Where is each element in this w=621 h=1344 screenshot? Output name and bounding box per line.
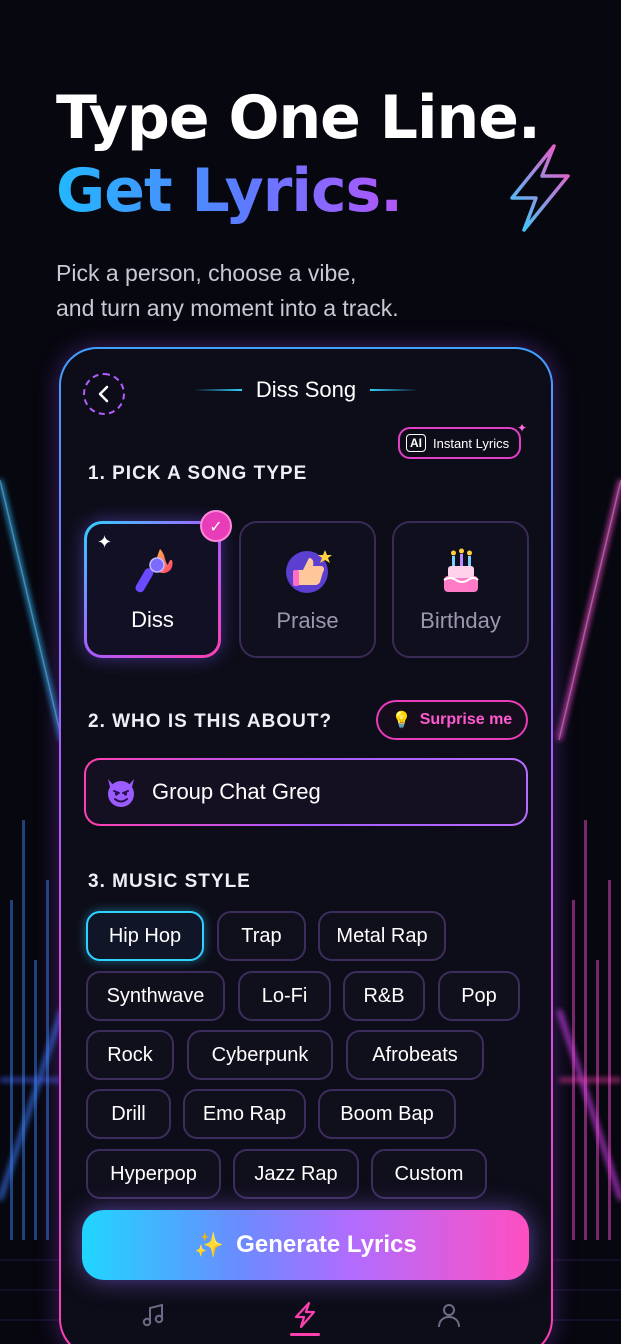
style-chip-rock[interactable]: Rock: [86, 1030, 174, 1080]
person-input[interactable]: Group Chat Greg: [84, 758, 528, 826]
step2-label: 2. WHO IS THIS ABOUT?: [88, 711, 333, 732]
style-chip-jazz-rap[interactable]: Jazz Rap: [233, 1149, 359, 1199]
tab-profile[interactable]: [429, 1295, 469, 1335]
title-decor-right: [370, 389, 419, 391]
birthday-cake-icon: [442, 548, 479, 592]
lyrics-form-card: Diss Song AI Instant Lyrics ✦ 1. PICK A …: [59, 347, 553, 1344]
tab-music[interactable]: [134, 1295, 174, 1335]
thumbs-up-star-icon: [285, 550, 332, 593]
sparkle-icon: ✦: [517, 421, 528, 435]
hero-subtitle: Pick a person, choose a vibe, and turn a…: [56, 256, 576, 326]
person-value: Group Chat Greg: [152, 779, 321, 804]
hero-subtitle-line1: Pick a person, choose a vibe,: [56, 260, 357, 286]
style-chip-trap[interactable]: Trap: [217, 911, 306, 961]
sparkle-icon: ✦: [97, 532, 113, 553]
style-chip-metal-rap[interactable]: Metal Rap: [318, 911, 446, 961]
step1-label: 1. PICK A SONG TYPE: [88, 463, 308, 484]
style-chip-rnb[interactable]: R&B: [343, 971, 425, 1021]
hero-title-line2: Get Lyrics.: [56, 154, 576, 228]
hero: Type One Line. Get Lyrics. Pick a person…: [56, 82, 576, 326]
song-type-label: Diss: [131, 607, 174, 632]
instant-lyrics-label: Instant Lyrics: [433, 435, 510, 451]
music-note-icon: [142, 1303, 164, 1327]
style-chip-boom-bap[interactable]: Boom Bap: [318, 1089, 456, 1139]
instant-lyrics-badge: AI Instant Lyrics ✦: [398, 421, 527, 459]
lightbulb-icon: 💡: [391, 712, 412, 729]
style-chip-synthwave[interactable]: Synthwave: [86, 971, 225, 1021]
style-chip-drill[interactable]: Drill: [86, 1089, 171, 1139]
surprise-me-label: Surprise me: [419, 711, 513, 728]
ai-icon: AI: [406, 434, 426, 452]
screen-header: Diss Song: [61, 377, 551, 403]
active-tab-indicator: [290, 1333, 320, 1336]
style-chip-cyberpunk[interactable]: Cyberpunk: [187, 1030, 333, 1080]
generate-lyrics-button[interactable]: ✨ Generate Lyrics: [82, 1210, 529, 1280]
song-type-label: Praise: [276, 608, 339, 633]
song-type-birthday[interactable]: Birthday: [392, 521, 529, 658]
checkmark-icon: ✓: [200, 510, 232, 542]
song-type-label: Birthday: [420, 608, 501, 633]
step3-label: 3. MUSIC STYLE: [88, 871, 251, 892]
style-chip-lo-fi[interactable]: Lo-Fi: [238, 971, 331, 1021]
style-chip-afrobeats[interactable]: Afrobeats: [346, 1030, 484, 1080]
generate-lyrics-label: Generate Lyrics: [236, 1231, 417, 1258]
song-type-praise[interactable]: Praise: [239, 521, 376, 658]
style-chip-hip-hop[interactable]: Hip Hop: [86, 911, 204, 961]
tab-generate[interactable]: [285, 1295, 325, 1335]
hero-title-line1: Type One Line.: [56, 83, 541, 153]
style-chip-custom[interactable]: Custom: [371, 1149, 487, 1199]
microphone-fire-icon: [135, 549, 173, 593]
lightning-bolt-icon: [510, 144, 570, 232]
surprise-me-button[interactable]: 💡 Surprise me: [376, 700, 528, 740]
lightning-icon: [294, 1301, 316, 1329]
bottom-tab-bar: [61, 1295, 551, 1344]
hero-subtitle-line2: and turn any moment into a track.: [56, 295, 399, 321]
profile-icon: [438, 1304, 460, 1328]
style-chip-emo-rap[interactable]: Emo Rap: [183, 1089, 306, 1139]
screen-title: Diss Song: [255, 377, 357, 402]
song-type-diss[interactable]: ✦ ✓ Diss: [84, 510, 232, 658]
devil-face-icon: [108, 779, 134, 807]
title-decor-left: [193, 389, 242, 391]
style-chip-hyperpop[interactable]: Hyperpop: [86, 1149, 221, 1199]
style-chip-pop[interactable]: Pop: [438, 971, 520, 1021]
sparkles-icon: ✨: [194, 1231, 225, 1259]
